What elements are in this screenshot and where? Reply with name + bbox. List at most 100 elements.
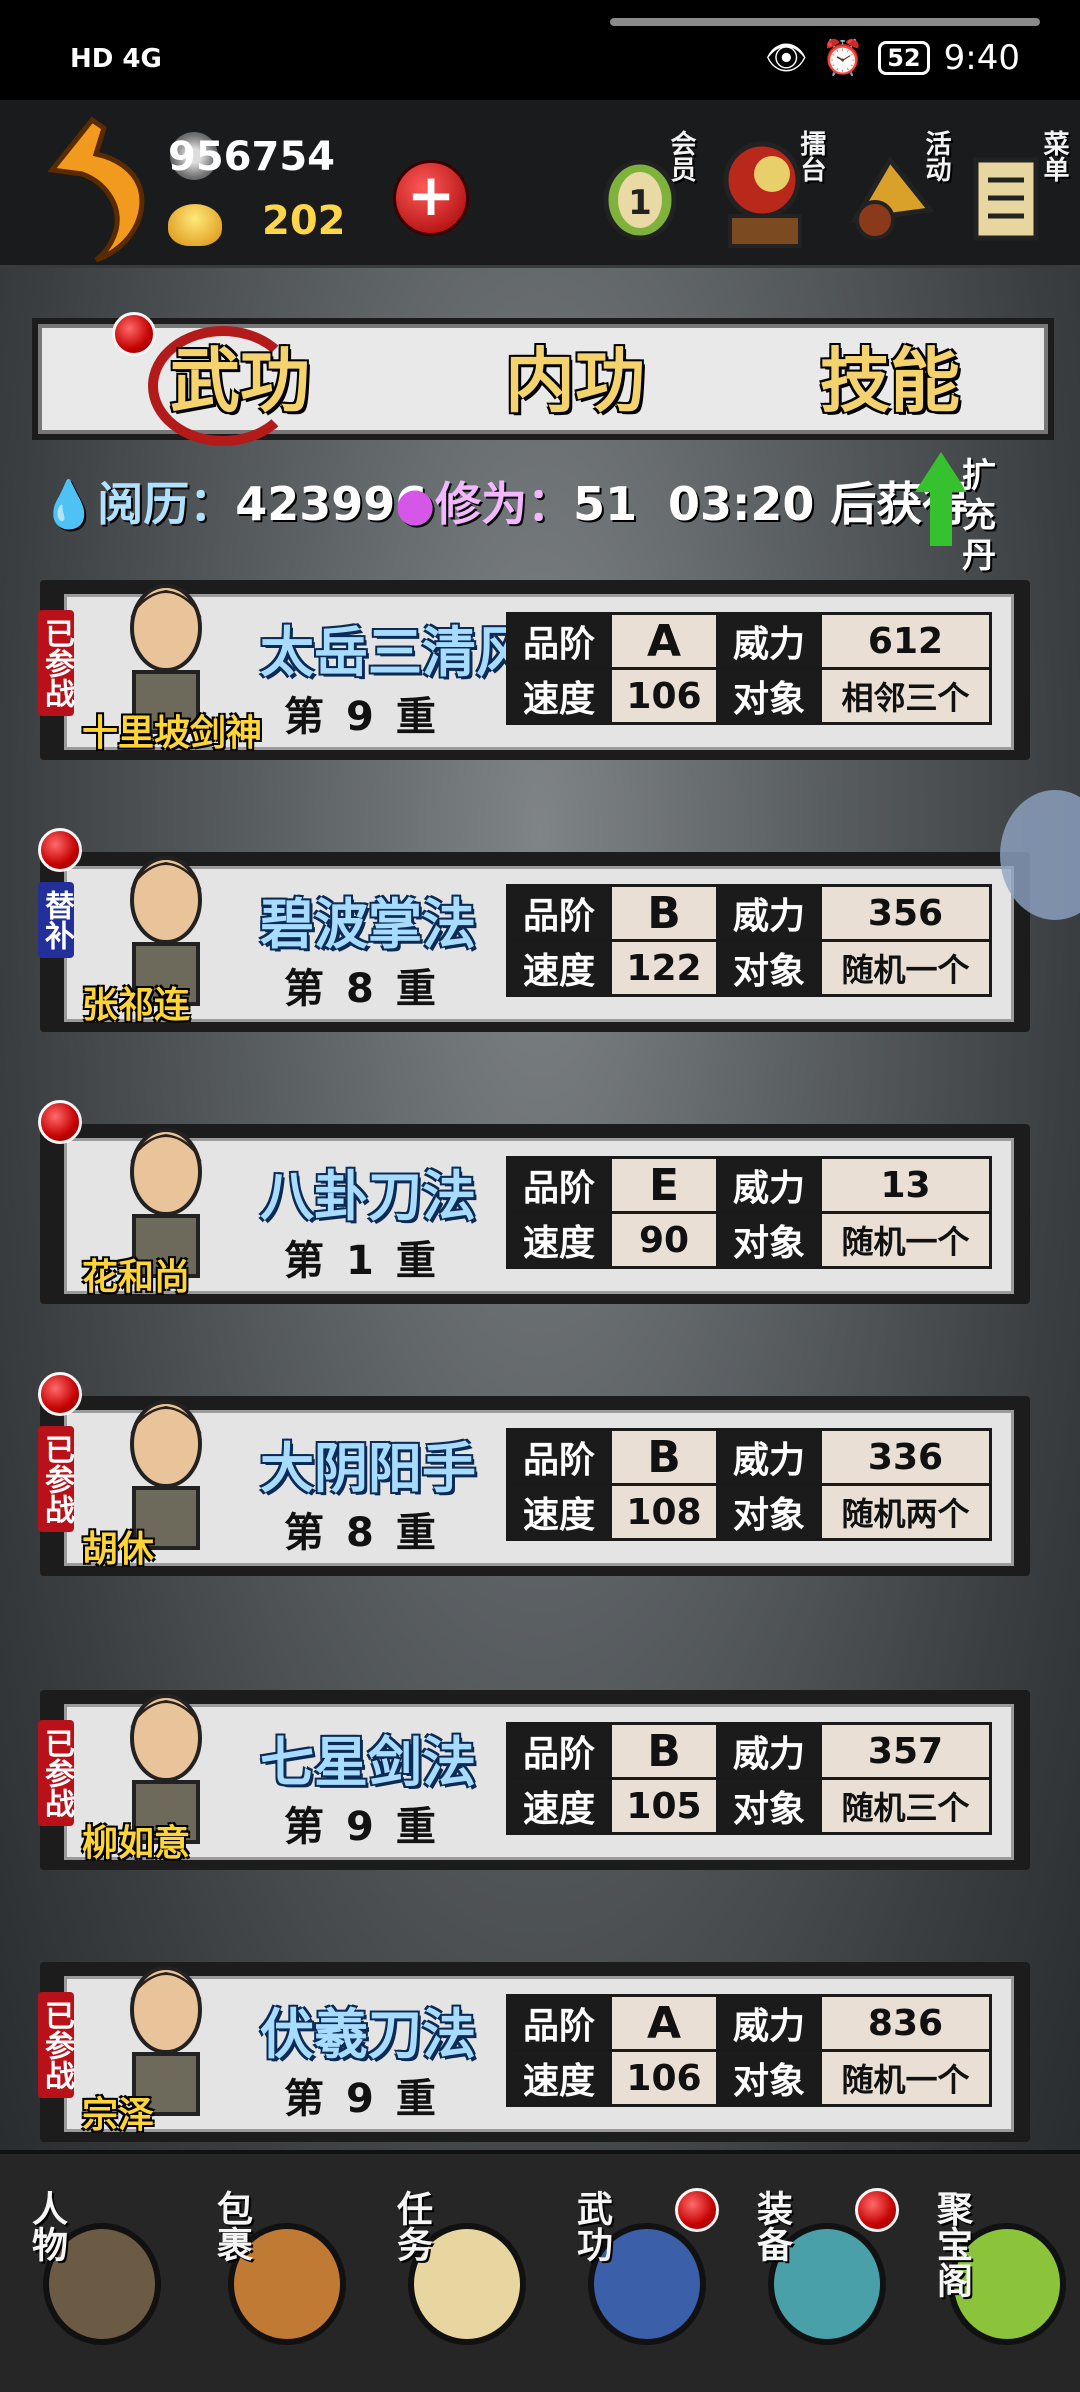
speed-label: 速度: [506, 2049, 612, 2107]
skill-card[interactable]: 花和尚 八卦刀法 第1重 品阶 E 威力 13 速度 90 对象 随机一个: [40, 1124, 1030, 1304]
skill-level: 第9重: [284, 694, 458, 740]
nav-label: 人物: [26, 2190, 67, 2262]
water-drop-icon: 💧: [40, 477, 98, 531]
target-label: 对象: [716, 1483, 822, 1541]
skill-card[interactable]: 已参战 柳如意 七星剑法 第9重 品阶 B 威力 357 速度 105 对象 随…: [38, 1690, 1030, 1870]
alarm-icon: ⏰: [821, 38, 865, 78]
gold-count: 202: [262, 198, 346, 244]
speed-label: 速度: [506, 1777, 612, 1835]
experience-stat: 💧阅历：423996: [40, 468, 427, 534]
power-value: 336: [819, 1428, 992, 1486]
battle-status-badge: 替补: [38, 882, 74, 958]
nav-bag[interactable]: 包裹: [195, 2180, 365, 2350]
speed-value: 108: [609, 1483, 719, 1541]
tab-notification-dot: [112, 312, 156, 356]
home-indicator: [610, 18, 1040, 26]
skill-level: 第9重: [284, 1804, 458, 1850]
arena-button[interactable]: 擂台: [720, 130, 830, 250]
skill-level: 第1重: [284, 1238, 458, 1284]
hero-name: 柳如意: [82, 1823, 191, 1864]
arrow-up-stem: [930, 490, 952, 546]
skill-name: 大阴阳手: [260, 1437, 476, 1500]
grade-value: B: [609, 1428, 719, 1486]
skill-stats-table: 品阶 B 威力 357 速度 105 对象 随机三个: [506, 1722, 992, 1835]
skill-name: 碧波掌法: [260, 893, 476, 956]
hero-name: 十里坡剑神: [82, 713, 263, 754]
speed-label: 速度: [506, 667, 612, 725]
grade-label: 品阶: [506, 1428, 612, 1486]
card-notification-dot: [38, 1372, 82, 1416]
tab-skill[interactable]: 技能: [820, 325, 960, 426]
skill-name: 八卦刀法: [260, 1165, 476, 1228]
menu-label: 菜单: [1039, 130, 1069, 182]
target-value: 随机一个: [819, 2049, 992, 2107]
status-right: 👁 ⏰ 52 9:40: [765, 38, 1020, 78]
coin-count: 956754: [168, 134, 335, 180]
target-value: 随机两个: [819, 1483, 992, 1541]
skill-name: 太岳三清风: [260, 621, 530, 684]
network-indicator: HD 4G: [70, 44, 162, 74]
target-label: 对象: [716, 939, 822, 997]
nav-treasure-pavilion[interactable]: 聚宝阁: [915, 2180, 1080, 2350]
tab-martial[interactable]: 武功: [170, 325, 310, 426]
grade-label: 品阶: [506, 1156, 612, 1214]
battle-status-badge: 已参战: [38, 1426, 74, 1532]
recharge-plus-button[interactable]: +: [393, 160, 469, 236]
skill-card[interactable]: 已参战 十里坡剑神 太岳三清风 第9重 品阶 A 威力 612 速度 106 对…: [38, 580, 1030, 760]
nav-quest-scroll[interactable]: 任务: [375, 2180, 545, 2350]
power-value: 356: [819, 884, 992, 942]
vip-label: 会员: [666, 130, 696, 182]
nav-label: 任务: [391, 2190, 432, 2262]
skill-card[interactable]: 已参战 胡休 大阴阳手 第8重 品阶 B 威力 336 速度 108 对象 随机…: [38, 1396, 1030, 1576]
grade-value: B: [609, 1722, 719, 1780]
nav-label: 武功: [571, 2190, 612, 2262]
arrow-up-icon: [915, 452, 967, 492]
power-label: 威力: [716, 1994, 822, 2052]
skill-level: 第9重: [284, 2076, 458, 2122]
cultivation-value: 51: [573, 477, 638, 531]
speed-value: 90: [609, 1211, 719, 1269]
power-value: 357: [819, 1722, 992, 1780]
grade-value: A: [609, 1994, 719, 2052]
skill-card[interactable]: 已参战 宗泽 伏羲刀法 第9重 品阶 A 威力 836 速度 106 对象 随机…: [38, 1962, 1030, 2142]
target-label: 对象: [716, 1211, 822, 1269]
grade-label: 品阶: [506, 1722, 612, 1780]
power-label: 威力: [716, 884, 822, 942]
skill-stats-table: 品阶 A 威力 836 速度 106 对象 随机一个: [506, 1994, 992, 2107]
skill-stats-table: 品阶 B 威力 336 速度 108 对象 随机两个: [506, 1428, 992, 1541]
menu-button[interactable]: 菜单: [968, 130, 1073, 250]
target-value: 相邻三个: [819, 667, 992, 725]
gold-ingot-icon: [168, 204, 222, 246]
card-notification-dot: [38, 1100, 82, 1144]
skill-name: 伏羲刀法: [260, 2003, 476, 2066]
pin-icon: ●: [395, 477, 436, 531]
nav-character-straw-hat[interactable]: 人物: [10, 2180, 180, 2350]
grade-label: 品阶: [506, 884, 612, 942]
speed-value: 106: [609, 2049, 719, 2107]
target-label: 对象: [716, 667, 822, 725]
grade-value: B: [609, 884, 719, 942]
nav-notification-dot: [675, 2188, 719, 2232]
hero-name: 张祁连: [82, 985, 191, 1026]
hero-name: 花和尚: [82, 1257, 191, 1298]
skill-stats-table: 品阶 B 威力 356 速度 122 对象 随机一个: [506, 884, 992, 997]
power-label: 威力: [716, 1722, 822, 1780]
speed-label: 速度: [506, 1211, 612, 1269]
event-button[interactable]: 活动: [845, 130, 955, 250]
power-label: 威力: [716, 1156, 822, 1214]
vip-button[interactable]: 1 会员: [600, 130, 700, 250]
power-value: 612: [819, 612, 992, 670]
skill-level: 第8重: [284, 1510, 458, 1556]
event-label: 活动: [921, 130, 951, 182]
speed-value: 122: [609, 939, 719, 997]
power-value: 13: [819, 1156, 992, 1214]
skill-name: 七星剑法: [260, 1731, 476, 1794]
cultivation-stat: ●修为：51: [395, 468, 637, 534]
tab-inner[interactable]: 内功: [505, 325, 645, 426]
back-arrow-icon[interactable]: [44, 112, 154, 262]
svg-text:1: 1: [628, 183, 652, 223]
skill-stats-table: 品阶 E 威力 13 速度 90 对象 随机一个: [506, 1156, 992, 1269]
card-notification-dot: [38, 828, 82, 872]
speed-label: 速度: [506, 939, 612, 997]
skill-card[interactable]: 替补 张祁连 碧波掌法 第8重 品阶 B 威力 356 速度 122 对象 随机…: [38, 852, 1030, 1032]
